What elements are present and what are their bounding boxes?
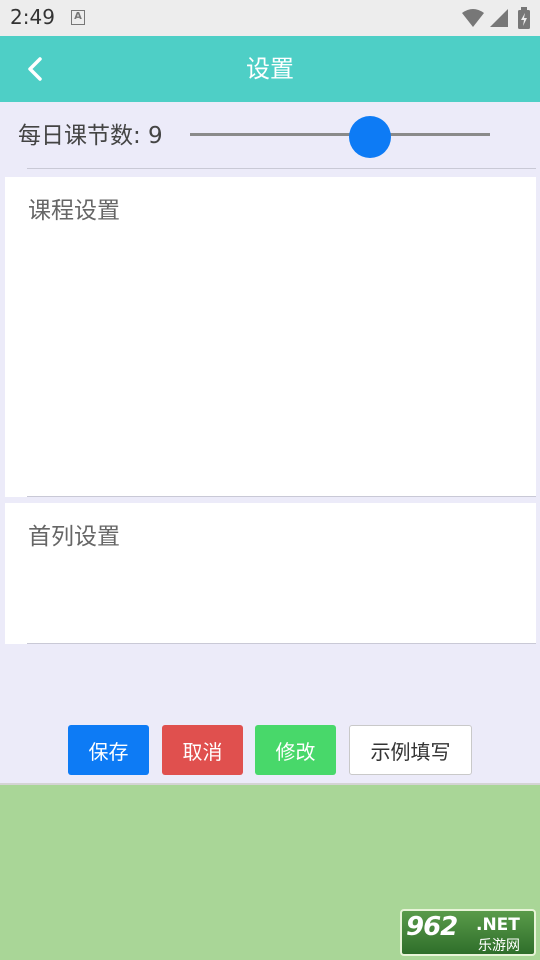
- status-time: 2:49: [10, 5, 55, 29]
- notification-icon: A: [71, 10, 85, 25]
- battery-icon: [518, 7, 530, 29]
- watermark-net: .NET: [476, 915, 520, 935]
- watermark-number: 962: [406, 912, 458, 942]
- wifi-icon: [462, 9, 484, 27]
- page-title: 设置: [246, 55, 294, 83]
- lesson-count-slider[interactable]: [190, 133, 490, 136]
- course-settings-panel: [5, 177, 536, 497]
- site-watermark-logo: 962 .NET 乐游网: [400, 909, 536, 956]
- course-settings-input[interactable]: [5, 177, 536, 497]
- cancel-button[interactable]: 取消: [162, 725, 243, 775]
- save-button[interactable]: 保存: [68, 725, 149, 775]
- back-button[interactable]: [18, 52, 52, 86]
- watermark-site: 乐游网: [478, 938, 520, 954]
- edit-button[interactable]: 修改: [255, 725, 336, 775]
- first-column-settings-panel: [5, 503, 536, 644]
- chevron-left-icon: [28, 57, 42, 81]
- lesson-count-slider-thumb[interactable]: [349, 116, 391, 158]
- status-bar: 2:49 A: [0, 0, 540, 36]
- signal-icon: [490, 9, 508, 27]
- lesson-count-label: 每日课节数: 9: [18, 123, 163, 149]
- example-fill-button[interactable]: 示例填写: [349, 725, 472, 775]
- first-column-settings-input[interactable]: [5, 503, 536, 644]
- app-header: 设置: [0, 36, 540, 102]
- lesson-count-row: 每日课节数: 9: [0, 102, 540, 170]
- divider: [27, 643, 536, 644]
- divider: [27, 496, 536, 497]
- divider: [27, 168, 536, 169]
